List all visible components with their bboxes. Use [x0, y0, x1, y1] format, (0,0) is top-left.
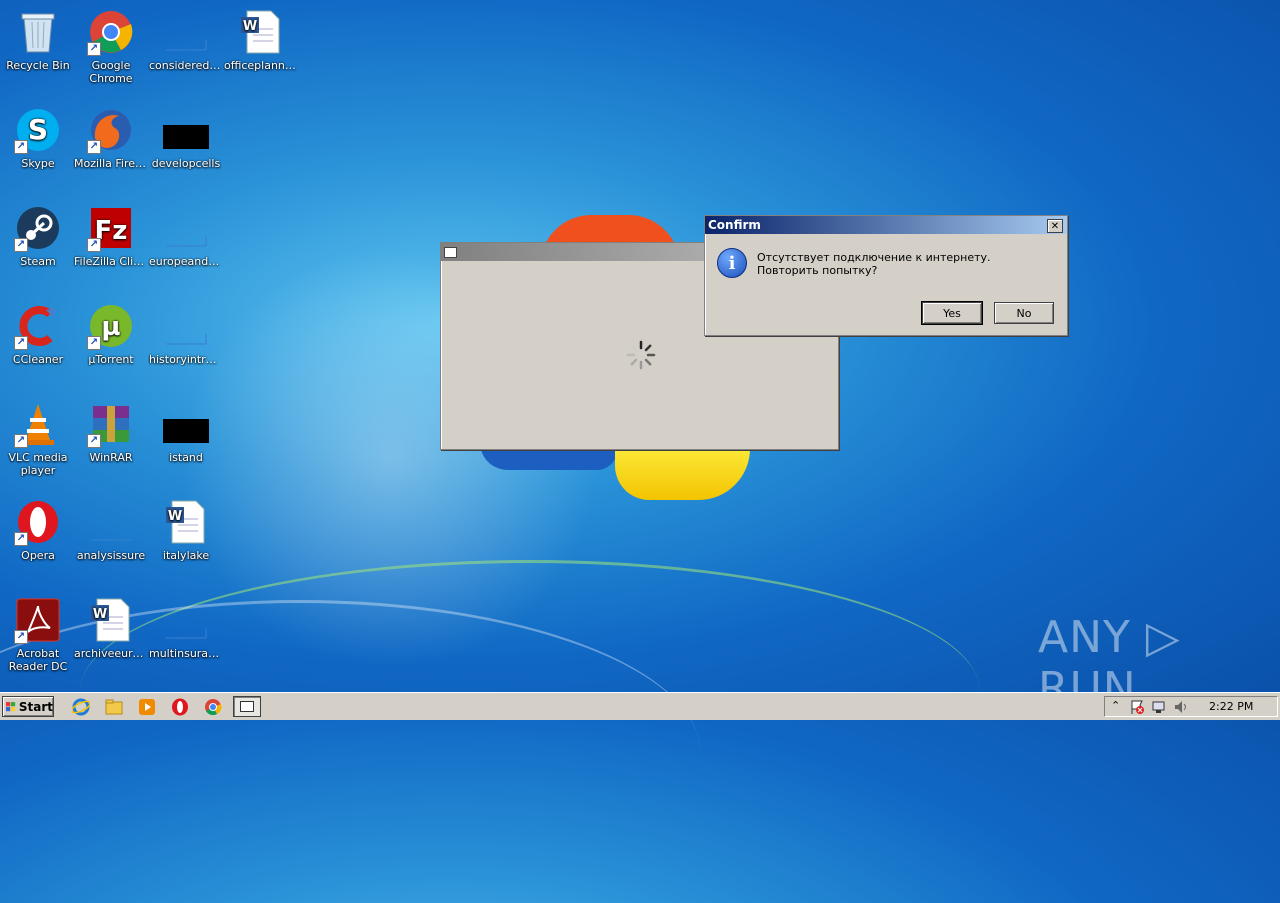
shortcut-arrow-icon: ↗ — [14, 434, 28, 448]
desktop-icon-vlc[interactable]: ↗ VLC media player — [0, 400, 76, 477]
system-tray: ⌃ 2:22 PM — [1104, 696, 1278, 717]
svg-text:µ: µ — [101, 312, 120, 342]
desktop-icon-analysissure[interactable]: analysissure — [73, 498, 149, 562]
opera-icon — [172, 698, 188, 716]
black-thumbnail-icon — [162, 106, 210, 154]
desktop-icon-skype[interactable]: S ↗ Skype — [0, 106, 76, 170]
chrome-icon: ↗ — [87, 8, 135, 56]
shortcut-arrow-icon: ↗ — [14, 532, 28, 546]
desktop-icon-google-chrome[interactable]: ↗ Google Chrome — [73, 8, 149, 85]
start-button[interactable]: Start — [2, 696, 54, 717]
taskbar-explorer-button[interactable] — [103, 697, 125, 717]
confirm-message: Отсутствует подключение к интернету. Пов… — [757, 251, 991, 277]
desktop-icon-considered-file[interactable]: consideredt… — [148, 8, 224, 72]
svg-text:W: W — [168, 509, 182, 524]
show-hidden-icons-button[interactable]: ⌃ — [1111, 699, 1120, 712]
blank-file-icon — [162, 302, 210, 350]
volume-icon[interactable] — [1173, 699, 1189, 718]
desktop-icon-ccleaner[interactable]: ↗ CCleaner — [0, 302, 76, 366]
shortcut-arrow-icon: ↗ — [14, 336, 28, 350]
app-window-icon — [444, 246, 457, 258]
desktop-icon-developcells[interactable]: developcells — [148, 106, 224, 170]
desktop-icon-officeplanning[interactable]: W officeplanning — [223, 8, 299, 72]
taskbar-active-app-button[interactable] — [233, 696, 261, 717]
yes-button[interactable]: Yes — [921, 301, 983, 325]
taskbar: Start ⌃ 2:22 PM — [0, 692, 1280, 720]
no-button[interactable]: No — [994, 302, 1054, 324]
desktop-icon-opera[interactable]: ↗ Opera — [0, 498, 76, 562]
svg-text:W: W — [93, 607, 107, 622]
action-center-flag-icon[interactable] — [1129, 699, 1145, 718]
desktop-icon-multinsurance[interactable]: multinsurance — [148, 596, 224, 660]
vlc-cone-icon: ↗ — [14, 400, 62, 448]
desktop-icon-steam[interactable]: ↗ Steam — [0, 204, 76, 268]
skype-icon: S ↗ — [14, 106, 62, 154]
close-button[interactable]: ✕ — [1047, 219, 1063, 233]
desktop-icon-mozilla-firefox[interactable]: ↗ Mozilla Firefox — [73, 106, 149, 170]
desktop-icon-filezilla[interactable]: Fz ↗ FileZilla Client — [73, 204, 149, 268]
desktop-icon-europeandebt[interactable]: europeandebt — [148, 204, 224, 268]
taskbar-opera-button[interactable] — [169, 697, 191, 717]
loading-spinner-icon — [625, 339, 657, 374]
windows-flag-icon — [6, 701, 16, 711]
taskbar-chrome-button[interactable] — [202, 697, 224, 717]
media-player-icon — [139, 699, 155, 715]
shortcut-arrow-icon: ↗ — [14, 140, 28, 154]
shortcut-arrow-icon: ↗ — [87, 434, 101, 448]
desktop-icon-italylake[interactable]: W italylake — [148, 498, 224, 562]
close-icon: ✕ — [1050, 220, 1060, 232]
filezilla-icon: Fz ↗ — [87, 204, 135, 252]
word-document-icon: W — [162, 498, 210, 546]
shortcut-arrow-icon: ↗ — [14, 238, 28, 252]
confirm-dialog-titlebar[interactable]: Confirm — [705, 216, 1067, 234]
blank-file-icon — [162, 204, 210, 252]
network-icon[interactable] — [1151, 699, 1167, 718]
desktop-icon-recycle-bin[interactable]: Recycle Bin — [0, 8, 76, 72]
word-document-icon: W — [237, 8, 285, 56]
chrome-icon — [205, 699, 222, 716]
info-icon: i — [717, 248, 747, 278]
internet-explorer-icon — [72, 698, 90, 716]
folder-icon — [105, 699, 123, 715]
firefox-icon: ↗ — [87, 106, 135, 154]
ccleaner-icon: ↗ — [14, 302, 62, 350]
shortcut-arrow-icon: ↗ — [14, 630, 28, 644]
winrar-books-icon: ↗ — [87, 400, 135, 448]
steam-icon: ↗ — [14, 204, 62, 252]
taskbar-ie-button[interactable] — [70, 697, 92, 717]
clock[interactable]: 2:22 PM — [1209, 700, 1253, 713]
desktop-icon-acrobat[interactable]: ↗ Acrobat Reader DC — [0, 596, 76, 673]
shortcut-arrow-icon: ↗ — [87, 336, 101, 350]
black-thumbnail-icon — [162, 400, 210, 448]
shortcut-arrow-icon: ↗ — [87, 238, 101, 252]
app-window-icon — [240, 701, 254, 712]
desktop-icon-istand[interactable]: istand — [148, 400, 224, 464]
blank-file-icon — [162, 8, 210, 56]
opera-icon: ↗ — [14, 498, 62, 546]
blank-file-icon — [87, 498, 135, 546]
recycle-bin-icon — [14, 8, 62, 56]
acrobat-icon: ↗ — [14, 596, 62, 644]
desktop-icon-archiveeurope[interactable]: W archiveeurope — [73, 596, 149, 660]
svg-text:S: S — [28, 113, 48, 146]
svg-text:W: W — [243, 19, 257, 34]
shortcut-arrow-icon: ↗ — [87, 140, 101, 154]
desktop-icon-historyintro[interactable]: historyintro… — [148, 302, 224, 366]
desktop-icon-utorrent[interactable]: µ ↗ µTorrent — [73, 302, 149, 366]
desktop-icon-winrar[interactable]: ↗ WinRAR — [73, 400, 149, 464]
confirm-dialog-title: Confirm — [708, 218, 761, 232]
confirm-dialog[interactable]: Confirm ✕ i Отсутствует подключение к ин… — [704, 215, 1068, 336]
word-document-icon: W — [87, 596, 135, 644]
taskbar-media-player-button[interactable] — [136, 697, 158, 717]
utorrent-icon: µ ↗ — [87, 302, 135, 350]
blank-file-icon — [162, 596, 210, 644]
shortcut-arrow-icon: ↗ — [87, 42, 101, 56]
